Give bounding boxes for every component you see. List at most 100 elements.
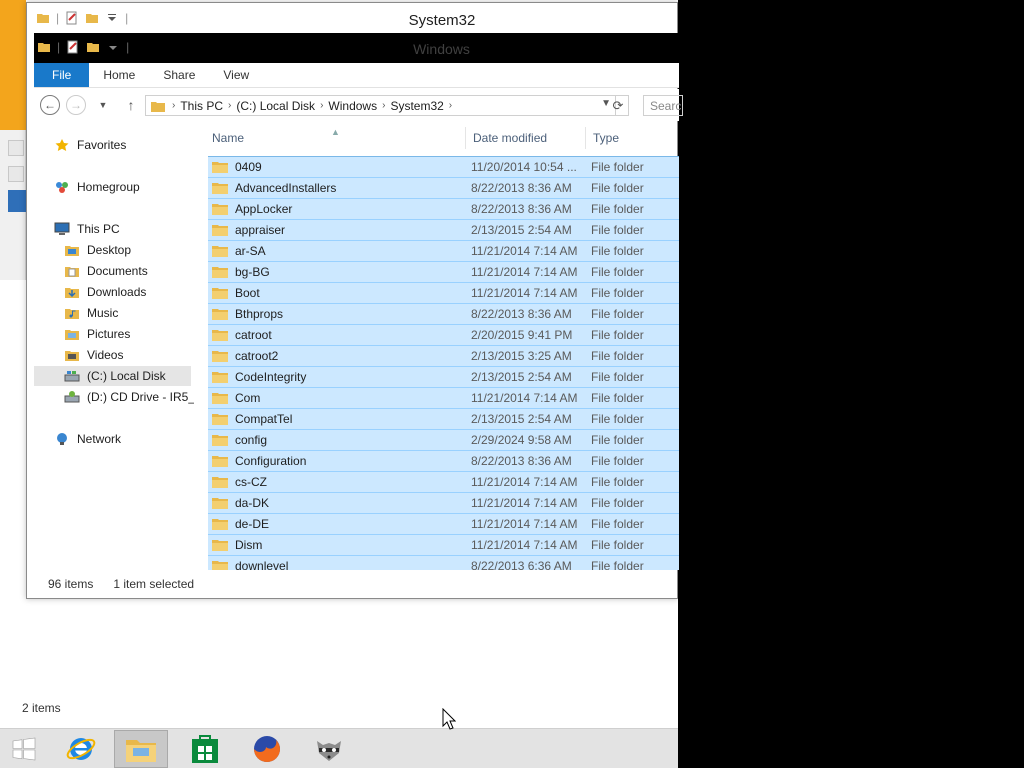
breadcrumb-system32[interactable]: System32 <box>385 99 448 113</box>
nav-desktop[interactable]: Desktop <box>64 240 131 260</box>
file-name-cell: CompatTel <box>208 412 466 426</box>
file-row[interactable]: de-DE 11/21/2014 7:14 AM File folder <box>208 513 679 534</box>
file-row[interactable]: appraiser 2/13/2015 2:54 AM File folder <box>208 219 679 240</box>
tab-share[interactable]: Share <box>149 63 209 87</box>
file-date: 8/22/2013 8:36 AM <box>471 181 572 195</box>
nav-pictures[interactable]: Pictures <box>64 324 130 344</box>
column-header-date[interactable]: Date modified <box>466 127 586 149</box>
folder-icon <box>212 519 228 530</box>
taskbar-raccoon-app[interactable] <box>306 730 352 768</box>
mouse-cursor <box>442 708 456 730</box>
file-date: 2/20/2015 9:41 PM <box>471 328 573 342</box>
address-bar[interactable]: › This PC › (C:) Local Disk › Windows › … <box>145 95 616 116</box>
breadcrumb-local-disk[interactable]: (C:) Local Disk <box>231 99 320 113</box>
forward-button[interactable]: → <box>66 95 86 115</box>
file-name: cs-CZ <box>235 475 267 489</box>
tab-file[interactable]: File <box>34 63 90 87</box>
background-window-edge <box>0 0 26 130</box>
breadcrumb-windows[interactable]: Windows <box>323 99 382 113</box>
file-row[interactable]: catroot2 2/13/2015 3:25 AM File folder <box>208 345 679 366</box>
folder-icon <box>212 414 228 425</box>
up-button[interactable]: ↑ <box>120 94 142 116</box>
file-name: CompatTel <box>235 412 293 426</box>
nav-music[interactable]: Music <box>64 303 118 323</box>
background-app-icon <box>8 166 24 182</box>
file-row[interactable]: CodeIntegrity 2/13/2015 2:54 AM File folde… <box>208 366 679 387</box>
column-headers: ▲ Name Date modified Type <box>208 127 679 149</box>
file-row[interactable]: AppLocker 8/22/2013 8:36 AM File folder <box>208 198 679 219</box>
breadcrumb-this-pc[interactable]: This PC <box>175 99 228 113</box>
nav-favorites-label: Favorites <box>77 138 127 152</box>
title-bar[interactable]: | | System32 <box>27 3 677 35</box>
file-rows: 0409 11/20/2014 10:54 ... File folder Advan… <box>208 156 679 570</box>
file-name: bg-BG <box>235 265 270 279</box>
file-name: Configuration <box>235 454 307 468</box>
nav-homegroup[interactable]: Homegroup <box>54 177 140 197</box>
file-row[interactable]: AdvancedInstallers 8/22/2013 8:36 AM File … <box>208 177 679 198</box>
file-name-cell: downlevel <box>208 559 466 570</box>
tab-home[interactable]: Home <box>89 63 149 87</box>
file-date: 11/21/2014 7:14 AM <box>471 391 578 405</box>
store-icon <box>192 735 218 763</box>
internet-explorer-icon <box>66 738 96 760</box>
item-count: 96 items <box>48 577 94 591</box>
file-type: File folder <box>591 181 644 195</box>
file-row[interactable]: bg-BG 11/21/2014 7:14 AM File folder <box>208 261 679 282</box>
file-name: downlevel <box>235 559 289 570</box>
file-name-cell: ar-SA <box>208 244 466 258</box>
file-name: catroot <box>235 328 272 342</box>
file-row[interactable]: da-DK 11/21/2014 7:14 AM File folder <box>208 492 679 513</box>
file-name: CodeIntegrity <box>235 370 307 384</box>
taskbar-firefox[interactable] <box>244 730 290 768</box>
start-button[interactable] <box>6 730 42 768</box>
background-app-icon <box>8 140 24 156</box>
column-header-name[interactable]: ▲ Name <box>208 127 466 149</box>
nav-local-disk[interactable]: (C:) Local Disk <box>34 366 191 386</box>
folder-icon <box>212 267 228 278</box>
file-row[interactable]: catroot 2/20/2015 9:41 PM File folder <box>208 324 679 345</box>
file-row[interactable]: ar-SA 11/21/2014 7:14 AM File folder <box>208 240 679 261</box>
nav-documents[interactable]: Documents <box>64 261 148 281</box>
file-row[interactable]: Boot 11/21/2014 7:14 AM File folder <box>208 282 679 303</box>
file-row[interactable]: Bthprops 8/22/2013 8:36 AM File folder <box>208 303 679 324</box>
background-selected-block <box>8 190 26 212</box>
file-row[interactable]: Com 11/21/2014 7:14 AM File folder <box>208 387 679 408</box>
file-row[interactable]: cs-CZ 11/21/2014 7:14 AM File folder <box>208 471 679 492</box>
taskbar-store[interactable] <box>182 730 228 768</box>
file-row[interactable]: 0409 11/20/2014 10:54 ... File folder <box>208 156 679 177</box>
file-name: Boot <box>235 286 260 300</box>
nav-downloads[interactable]: Downloads <box>64 282 146 302</box>
explorer-window[interactable]: | | System32 | | Windows File Home Share… <box>26 2 683 599</box>
file-date: 8/22/2013 6:36 AM <box>471 559 572 570</box>
column-header-name-label: Name <box>212 131 245 145</box>
folder-icon <box>212 477 228 488</box>
nav-videos[interactable]: Videos <box>64 345 123 365</box>
file-row[interactable]: Configuration 8/22/2013 8:36 AM File folde… <box>208 450 679 471</box>
overlay-window-title: Windows <box>413 41 470 57</box>
tab-view[interactable]: View <box>209 63 263 87</box>
taskbar-file-explorer[interactable] <box>114 730 168 768</box>
search-input[interactable]: Search <box>643 95 683 116</box>
breadcrumb-separator[interactable]: › <box>449 100 452 111</box>
documents-folder-icon <box>64 264 80 278</box>
taskbar-internet-explorer[interactable] <box>58 730 104 768</box>
back-button[interactable]: ← <box>40 95 60 115</box>
column-header-type[interactable]: Type <box>586 127 678 149</box>
refresh-button[interactable]: ⟳ <box>608 95 629 116</box>
file-explorer-icon <box>126 740 156 762</box>
recent-locations-button[interactable]: ▼ <box>92 94 114 116</box>
nav-network[interactable]: Network <box>54 429 121 449</box>
file-date: 11/21/2014 7:14 AM <box>471 475 578 489</box>
folder-icon <box>212 456 228 467</box>
firefox-icon <box>254 736 280 762</box>
file-row[interactable]: CompatTel 2/13/2015 2:54 AM File folder <box>208 408 679 429</box>
ribbon-tabs: File Home Share View <box>34 63 679 88</box>
nav-cd-drive[interactable]: (D:) CD Drive - IR5_C <box>64 387 194 407</box>
nav-favorites[interactable]: Favorites <box>54 135 126 155</box>
file-date: 2/13/2015 2:54 AM <box>471 223 572 237</box>
file-row[interactable]: downlevel 8/22/2013 6:36 AM File folder <box>208 555 679 570</box>
nav-this-pc[interactable]: This PC <box>54 219 120 239</box>
file-row[interactable]: Dism 11/21/2014 7:14 AM File folder <box>208 534 679 555</box>
file-row[interactable]: config 2/29/2024 9:58 AM File folder <box>208 429 679 450</box>
folder-icon <box>212 393 228 404</box>
